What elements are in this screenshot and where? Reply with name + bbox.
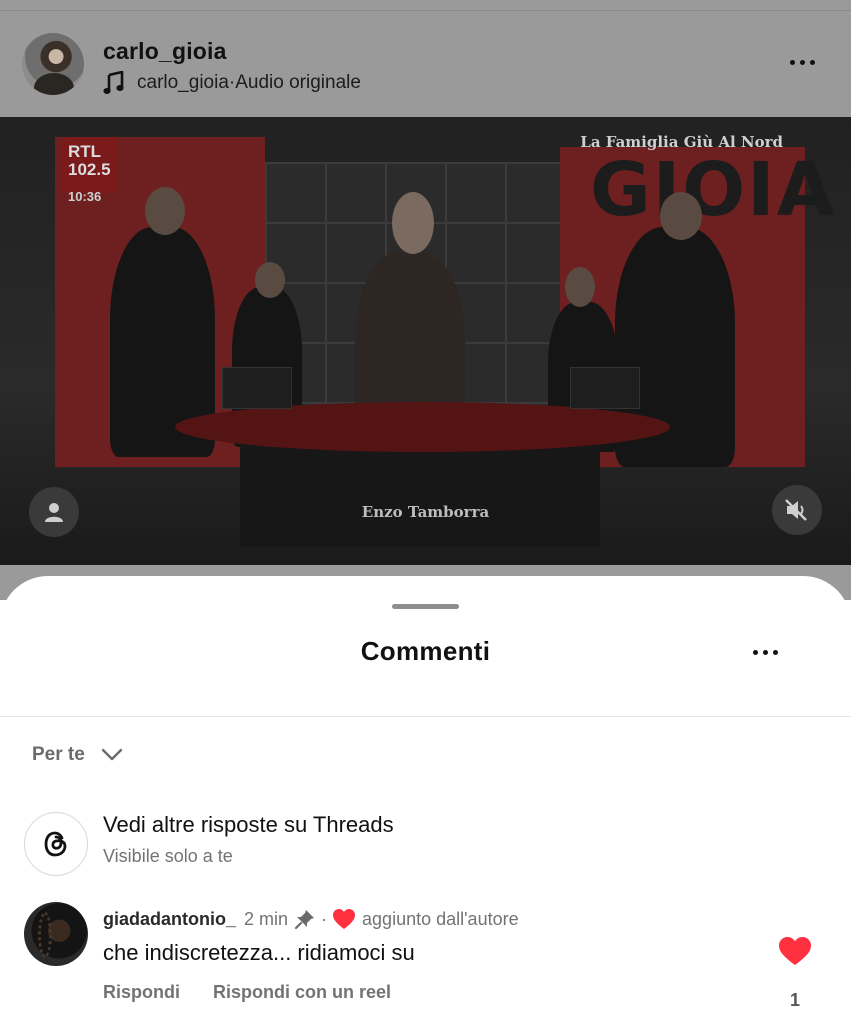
sort-label: Per te [32,744,85,765]
comments-sheet: Commenti Per te Vedi altre risposte su T… [0,576,851,1024]
comments-title: Commenti [360,636,491,666]
meta-separator: · [321,908,328,929]
more-dot-icon [753,650,758,655]
threads-logo-icon [44,831,67,857]
author-liked-badge: aggiunto dall'autore [362,908,519,929]
post-author-username[interactable]: carlo_gioia [103,38,227,65]
sort-dropdown[interactable]: Per te [32,744,123,766]
comment-actions: Rispondi Rispondi con un reel [103,982,391,1003]
comment-text: che indiscretezza... ridiamoci su [103,940,415,965]
reel-video[interactable]: GIOIA RTL 102.5 10:36 La Famiglia Giù Al… [0,117,851,565]
comment-item: giadadantonio_ 2 min · aggiunto dall'aut… [24,902,824,1022]
video-person-head [255,262,285,298]
more-dot-icon [810,59,815,65]
post-more-options-button[interactable] [790,52,826,72]
video-channel-logo: RTL 102.5 [62,137,118,193]
music-note-icon [103,71,124,94]
video-laptop [570,367,640,409]
post-audio-link[interactable]: carlo_gioia · Audio originale [103,70,361,96]
threads-title: Vedi altre risposte su Threads [103,812,394,837]
status-bar-divider [0,10,851,11]
video-person-head [660,192,702,240]
sheet-drag-handle[interactable] [392,604,459,609]
reel-comments-screen: carlo_gioia carlo_gioia · Audio original… [0,0,851,1024]
more-dot-icon [773,650,778,655]
threads-visibility-note: Visibile solo a te [103,846,233,866]
audio-label: Audio originale [235,72,361,93]
comment-meta: giadadantonio_ 2 min · aggiunto dall'aut… [103,906,519,932]
reply-with-reel-button[interactable]: Rispondi con un reel [213,982,391,1003]
video-caption: Enzo Tamborra [361,503,490,521]
mute-toggle-button[interactable] [772,485,822,535]
video-backdrop-letters: GIOIA [590,147,836,233]
video-clock: 10:36 [68,189,102,204]
more-dot-icon [763,650,768,655]
video-person-head [565,267,595,307]
reply-button[interactable]: Rispondi [103,982,180,1003]
audio-owner: carlo_gioia [137,72,229,93]
threads-logo-avatar [24,812,88,876]
header-divider [0,716,851,717]
more-dot-icon [800,59,805,65]
video-laptop [222,367,292,409]
post-header: carlo_gioia carlo_gioia · Audio original… [0,30,851,100]
threads-replies-link[interactable]: Vedi altre risposte su Threads Visibile … [24,812,824,876]
video-person-head [145,187,185,235]
profile-icon [45,503,63,522]
comment-time: 2 min [244,908,289,929]
like-heart-icon[interactable] [778,936,812,966]
more-dot-icon [790,59,795,65]
tagged-people-button[interactable] [29,487,79,537]
chevron-down-icon [101,748,123,761]
like-count: 1 [789,990,800,1010]
pin-icon [294,910,315,930]
post-author-avatar[interactable] [22,33,84,95]
commenter-avatar[interactable] [24,902,88,966]
mute-icon [785,499,807,521]
comments-more-options-button[interactable] [753,650,778,655]
video-overlay-title: La Famiglia Giù Al Nord [580,133,783,151]
heart-icon [333,909,356,929]
commenter-username[interactable]: giadadantonio_ [103,909,236,930]
video-desk [175,402,670,452]
video-person-head [392,192,434,254]
